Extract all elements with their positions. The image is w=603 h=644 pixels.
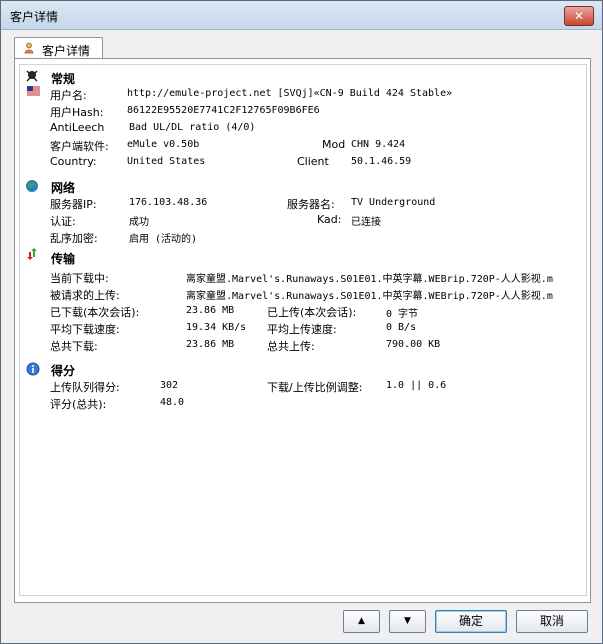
- country-value: United States: [127, 156, 206, 167]
- obfuscation-label: 乱序加密:: [50, 232, 98, 245]
- title-bar: 客户详情 ✕: [1, 1, 602, 30]
- us-flag-icon: [27, 86, 40, 96]
- transfer-arrows-icon: [27, 248, 37, 260]
- globe-icon: [26, 180, 38, 192]
- avg-upload-label: 平均上传速度:: [267, 323, 337, 336]
- requested-upload-label: 被请求的上传:: [50, 289, 120, 302]
- total-download-value: 23.86 MB: [186, 339, 235, 350]
- rating-value: 48.0: [160, 397, 185, 408]
- move-up-button[interactable]: ▲: [343, 610, 380, 633]
- tab-client-details[interactable]: 客户详情: [14, 37, 103, 59]
- client-ip-value: 50.1.46.59: [351, 156, 412, 167]
- total-upload-label: 总共上传:: [267, 340, 315, 353]
- details-list: 常规 用户名: http://emule-project.net [SVQj]«…: [19, 64, 587, 596]
- server-name-value: TV Underground: [351, 197, 436, 208]
- session-upload-label: 已上传(本次会话):: [267, 306, 357, 319]
- country-label: Country:: [50, 155, 97, 168]
- tab-content-panel: 常规 用户名: http://emule-project.net [SVQj]«…: [14, 58, 591, 603]
- move-down-button[interactable]: ▼: [389, 610, 426, 633]
- session-download-label: 已下载(本次会话):: [50, 306, 140, 319]
- avg-download-value: 19.34 KB/s: [186, 322, 247, 333]
- cancel-button[interactable]: 取消: [516, 610, 588, 633]
- queue-score-label: 上传队列得分:: [50, 381, 120, 394]
- section-transfer-title: 传输: [51, 252, 76, 266]
- server-name-label: 服务器名:: [287, 198, 335, 211]
- ratio-adjust-label: 下载/上传比例调整:: [267, 381, 363, 394]
- ok-button[interactable]: 确定: [435, 610, 507, 633]
- tab-label: 客户详情: [42, 44, 91, 58]
- ratio-adjust-value: 1.0 || 0.6: [386, 380, 447, 391]
- queue-score-value: 302: [160, 380, 179, 391]
- pirate-icon: [26, 70, 38, 82]
- user-name-value: http://emule-project.net [SVQj]«CN-9 Bui…: [127, 88, 453, 99]
- section-network-title: 网络: [51, 181, 76, 195]
- antileech-label: AntiLeech: [50, 121, 105, 134]
- auth-value: 成功: [129, 217, 149, 228]
- obfuscation-value: 启用 (活动的): [129, 234, 198, 245]
- client-software-value: eMule v0.50b: [127, 139, 200, 150]
- section-general-title: 常规: [51, 72, 76, 86]
- mod-value: CHN 9.424: [351, 139, 406, 150]
- mod-label: Mod: [322, 138, 346, 151]
- rating-label: 评分(总共):: [50, 398, 107, 411]
- total-download-label: 总共下载:: [50, 340, 98, 353]
- avg-upload-value: 0 B/s: [386, 322, 417, 333]
- user-hash-value: 86122E95520E7741C2F12765F09B6FE6: [127, 105, 320, 116]
- info-icon: [26, 362, 40, 376]
- avg-download-label: 平均下载速度:: [50, 323, 120, 336]
- requested-upload-value: 离家童盟.Marvel's.Runaways.S01E01.中英字幕.WEBri…: [186, 291, 553, 302]
- current-download-value: 离家童盟.Marvel's.Runaways.S01E01.中英字幕.WEBri…: [186, 274, 553, 285]
- auth-label: 认证:: [50, 215, 76, 228]
- antileech-value: Bad UL/DL ratio (4/0): [129, 122, 256, 133]
- server-ip-label: 服务器IP:: [50, 198, 97, 211]
- section-score-title: 得分: [51, 364, 76, 378]
- session-upload-value: 0 字节: [386, 309, 419, 320]
- current-download-label: 当前下载中:: [50, 272, 109, 285]
- session-download-value: 23.86 MB: [186, 305, 235, 316]
- window-title: 客户详情: [10, 10, 59, 24]
- server-ip-value: 176.103.48.36: [129, 197, 208, 208]
- user-hash-label: 用户Hash:: [50, 106, 104, 119]
- user-name-label: 用户名:: [50, 89, 87, 102]
- kad-label: Kad:: [317, 213, 342, 226]
- close-button[interactable]: ✕: [564, 6, 594, 26]
- user-icon: [24, 42, 34, 54]
- client-ip-label: Client: [297, 155, 329, 168]
- kad-value: 已连接: [351, 217, 381, 228]
- total-upload-value: 790.00 KB: [386, 339, 441, 350]
- dialog-buttons: ▲ ▼ 确定 取消: [1, 610, 602, 636]
- client-software-label: 客户端软件:: [50, 140, 109, 153]
- client-details-window: 客户详情 ✕ 客户详情 常规 用户名: http://emule-project…: [0, 0, 603, 644]
